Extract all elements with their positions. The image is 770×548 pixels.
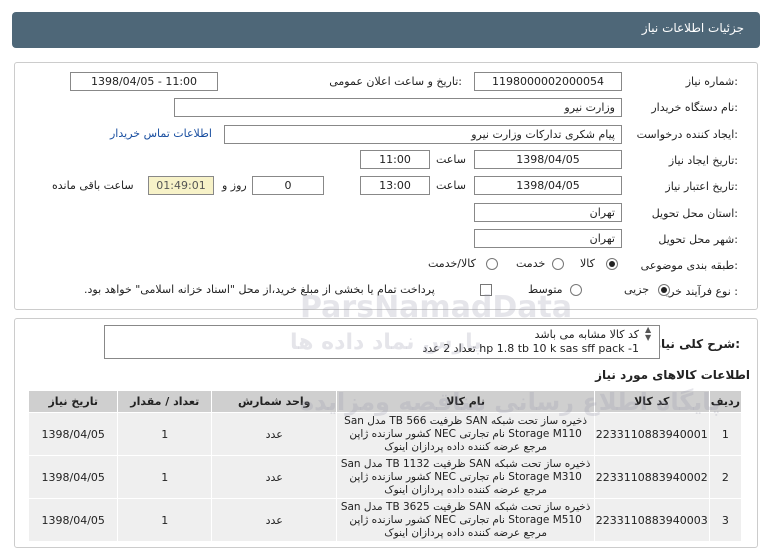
cell-unit: عدد bbox=[211, 498, 338, 542]
remaining-time-field: 01:49:01 bbox=[148, 176, 214, 195]
table-row: 1398/04/05 1 عدد ذخیره ساز تحت شبکه SAN … bbox=[27, 412, 743, 456]
description-textarea[interactable]: کد کالا مشابه می باشد hp 1.8 tb 10 k sas… bbox=[104, 325, 660, 359]
cell-name: ذخیره ساز تحت شبکه SAN ظرفیت 3625 TB مدل… bbox=[336, 498, 595, 542]
buyer-org-field: وزارت نیرو bbox=[174, 98, 622, 117]
treasury-payment-checkbox[interactable] bbox=[480, 284, 492, 296]
scroll-arrows-icon[interactable]: ▲ ▼ bbox=[645, 326, 651, 342]
creator-label: ایجاد کننده درخواست: bbox=[636, 128, 738, 141]
table-row: 1398/04/05 1 عدد ذخیره ساز تحت شبکه SAN … bbox=[27, 498, 743, 542]
goods-table-header: تاریخ نیاز تعداد / مقدار واحد شمارش نام … bbox=[27, 390, 743, 413]
process-label: نوع فرآیند خرید : bbox=[660, 285, 738, 298]
valid-time-label: ساعت bbox=[436, 179, 466, 192]
create-time-label: ساعت bbox=[436, 153, 466, 166]
goods-section-title: اطلاعات کالاهای مورد نیاز bbox=[595, 368, 750, 382]
cell-code: 2233110883940003 bbox=[593, 498, 710, 542]
category-both-label: کالا/خدمت bbox=[428, 257, 476, 270]
category-goods-label: کالا bbox=[580, 257, 595, 270]
province-label: استان محل تحویل: bbox=[651, 207, 738, 220]
creator-field: پیام شکری تدارکات وزارت نیرو bbox=[224, 125, 622, 144]
days-label: روز و bbox=[222, 179, 247, 192]
cell-name: ذخیره ساز تحت شبکه SAN ظرفیت 1132 TB مدل… bbox=[336, 455, 595, 499]
cell-qty: 1 bbox=[117, 412, 213, 456]
buyer-org-label: نام دستگاه خریدار: bbox=[651, 101, 738, 114]
announce-label: تاریخ و ساعت اعلان عمومی: bbox=[329, 75, 462, 88]
cell-qty: 1 bbox=[117, 455, 213, 499]
category-label: طبقه بندی موضوعی: bbox=[640, 259, 738, 272]
description-line-1: کد کالا مشابه می باشد bbox=[534, 328, 639, 341]
cell-code: 2233110883940002 bbox=[593, 455, 710, 499]
col-need-date: تاریخ نیاز bbox=[27, 390, 119, 413]
valid-date-label: تاریخ اعتبار نیاز: bbox=[665, 180, 738, 193]
province-field: تهران bbox=[474, 203, 622, 222]
city-field: تهران bbox=[474, 229, 622, 248]
city-label: شهر محل تحویل: bbox=[658, 233, 738, 246]
cell-row: 1 bbox=[708, 412, 743, 456]
page-header: جزئیات اطلاعات نیاز bbox=[12, 12, 760, 48]
category-service-label: خدمت bbox=[516, 257, 546, 270]
cell-date: 1398/04/05 bbox=[27, 455, 119, 499]
valid-time-field: 13:00 bbox=[360, 176, 430, 195]
process-minor-radio[interactable] bbox=[658, 284, 670, 296]
process-medium-label: متوسط bbox=[528, 283, 563, 296]
cell-row: 3 bbox=[708, 498, 743, 542]
process-medium-radio[interactable] bbox=[570, 284, 582, 296]
need-number-field: 1198000002000054 bbox=[474, 72, 622, 91]
category-goods-radio[interactable] bbox=[606, 258, 618, 270]
category-both-radio[interactable] bbox=[486, 258, 498, 270]
need-number-label: شماره نیاز: bbox=[685, 75, 738, 88]
announce-field: 1398/04/05 - 11:00 bbox=[70, 72, 218, 91]
days-field: 0 bbox=[252, 176, 324, 195]
page-title: جزئیات اطلاعات نیاز bbox=[641, 21, 744, 35]
cell-unit: عدد bbox=[211, 455, 338, 499]
cell-row: 2 bbox=[708, 455, 743, 499]
cell-unit: عدد bbox=[211, 412, 338, 456]
description-line-2: hp 1.8 tb 10 k sas sff pack -1 تعداد 2 ع… bbox=[422, 342, 639, 355]
create-date-label: تاریخ ایجاد نیاز: bbox=[668, 154, 738, 167]
create-date-field: 1398/04/05 bbox=[474, 150, 622, 169]
process-minor-label: جزیی bbox=[624, 283, 650, 296]
cell-name: ذخیره ساز تحت شبکه SAN ظرفیت 566 TB مدل … bbox=[336, 412, 595, 456]
goods-table: تاریخ نیاز تعداد / مقدار واحد شمارش نام … bbox=[27, 390, 743, 542]
contact-buyer-link[interactable]: اطلاعات تماس خریدار bbox=[110, 127, 212, 140]
cell-date: 1398/04/05 bbox=[27, 412, 119, 456]
treasury-payment-note: پرداخت تمام یا بخشی از مبلغ خرید،از محل … bbox=[84, 283, 435, 296]
col-row: ردیف bbox=[708, 390, 743, 413]
cell-date: 1398/04/05 bbox=[27, 498, 119, 542]
category-service-radio[interactable] bbox=[552, 258, 564, 270]
col-code: کد کالا bbox=[593, 390, 710, 413]
col-quantity: تعداد / مقدار bbox=[117, 390, 213, 413]
cell-qty: 1 bbox=[117, 498, 213, 542]
create-time-field: 11:00 bbox=[360, 150, 430, 169]
valid-date-field: 1398/04/05 bbox=[474, 176, 622, 195]
remaining-label: ساعت باقی مانده bbox=[52, 179, 134, 192]
col-name: نام کالا bbox=[336, 390, 595, 413]
cell-code: 2233110883940001 bbox=[593, 412, 710, 456]
table-row: 1398/04/05 1 عدد ذخیره ساز تحت شبکه SAN … bbox=[27, 455, 743, 499]
description-label: شرح کلی نیاز: bbox=[654, 337, 740, 351]
col-unit: واحد شمارش bbox=[211, 390, 338, 413]
